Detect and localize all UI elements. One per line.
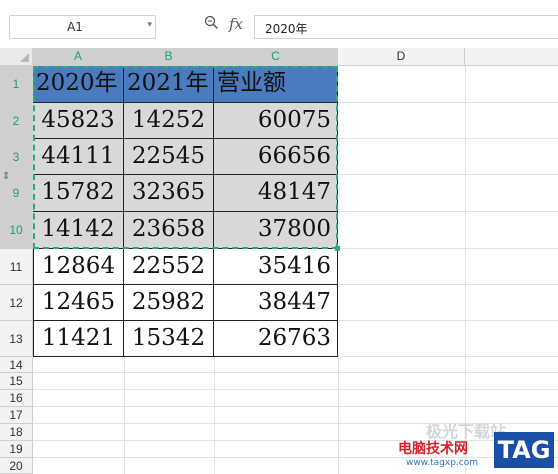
cell-b1[interactable]: 2021年 — [124, 66, 214, 103]
cell-b3[interactable]: 22545 — [124, 139, 214, 175]
row-header-3[interactable]: 3 — [0, 139, 33, 175]
name-box-value: A1 — [67, 20, 83, 34]
row-header-18[interactable]: 18 — [0, 424, 33, 441]
row-header-2[interactable]: 2 — [0, 103, 33, 139]
row-header-13[interactable]: 13 — [0, 321, 33, 357]
cell-a1[interactable]: 2020年 — [33, 66, 124, 103]
cell-b12[interactable]: 25982 — [124, 285, 214, 321]
chevron-down-icon[interactable]: ▾ — [147, 20, 152, 30]
cell-b11[interactable]: 22552 — [124, 249, 214, 285]
cell-a9[interactable]: 15782 — [33, 175, 124, 212]
select-all-corner[interactable] — [0, 48, 33, 66]
cell-c12[interactable]: 38447 — [214, 285, 338, 321]
row-header-14[interactable]: 14 — [0, 357, 33, 373]
row-header-17[interactable]: 17 — [0, 407, 33, 424]
column-header-c[interactable]: C — [214, 48, 338, 66]
cell-a12[interactable]: 12465 — [33, 285, 124, 321]
row-header-15[interactable]: 15 — [0, 373, 33, 390]
row-header-10[interactable]: 10 — [0, 212, 33, 249]
cell-c2[interactable]: 60075 — [214, 103, 338, 139]
formula-bar: A1 ▾ fx 2020年 — [0, 0, 558, 49]
row-header-19[interactable]: 19 — [0, 441, 33, 458]
watermark-site-name: 电脑技术网 — [398, 441, 468, 457]
cell-b10[interactable]: 23658 — [124, 212, 214, 249]
cell-c11[interactable]: 35416 — [214, 249, 338, 285]
row-header-20[interactable]: 20 — [0, 458, 33, 474]
row-header-11[interactable]: 11 — [0, 249, 33, 285]
gridline — [33, 389, 558, 390]
cell-a10[interactable]: 14142 — [33, 212, 124, 249]
cell-c3[interactable]: 66656 — [214, 139, 338, 175]
cell-c10[interactable]: 37800 — [214, 212, 338, 249]
cell-b13[interactable]: 15342 — [124, 321, 214, 357]
hidden-rows-icon[interactable]: ⇕ — [2, 171, 10, 182]
watermark-logo: TAG — [494, 432, 554, 468]
cell-b9[interactable]: 32365 — [124, 175, 214, 212]
cell-a11[interactable]: 12864 — [33, 249, 124, 285]
row-header-1[interactable]: 1 — [0, 66, 33, 103]
watermark: 极光下载站 电脑技术网 www.tagxp.com TAG — [396, 418, 558, 474]
cell-a3[interactable]: 44111 — [33, 139, 124, 175]
gridline — [33, 406, 558, 407]
cell-c1[interactable]: 营业额 — [214, 66, 338, 103]
cell-a13[interactable]: 11421 — [33, 321, 124, 357]
name-box[interactable]: A1 ▾ — [9, 15, 156, 39]
column-header-d[interactable]: D — [338, 48, 465, 66]
watermark-url: www.tagxp.com — [406, 458, 478, 468]
row-header-16[interactable]: 16 — [0, 390, 33, 407]
cell-c9[interactable]: 48147 — [214, 175, 338, 212]
cell-b2[interactable]: 14252 — [124, 103, 214, 139]
column-header-a[interactable]: A — [33, 48, 124, 66]
column-header-e[interactable] — [465, 48, 558, 66]
gridline — [465, 66, 466, 474]
column-header-b[interactable]: B — [124, 48, 214, 66]
magnifier-icon[interactable] — [204, 15, 219, 34]
formula-input[interactable]: 2020年 — [254, 15, 558, 39]
fx-icon[interactable]: fx — [229, 15, 243, 33]
cell-c13[interactable]: 26763 — [214, 321, 338, 357]
cell-a2[interactable]: 45823 — [33, 103, 124, 139]
row-header-12[interactable]: 12 — [0, 285, 33, 321]
gridline — [33, 372, 558, 373]
fill-handle[interactable] — [335, 246, 340, 251]
